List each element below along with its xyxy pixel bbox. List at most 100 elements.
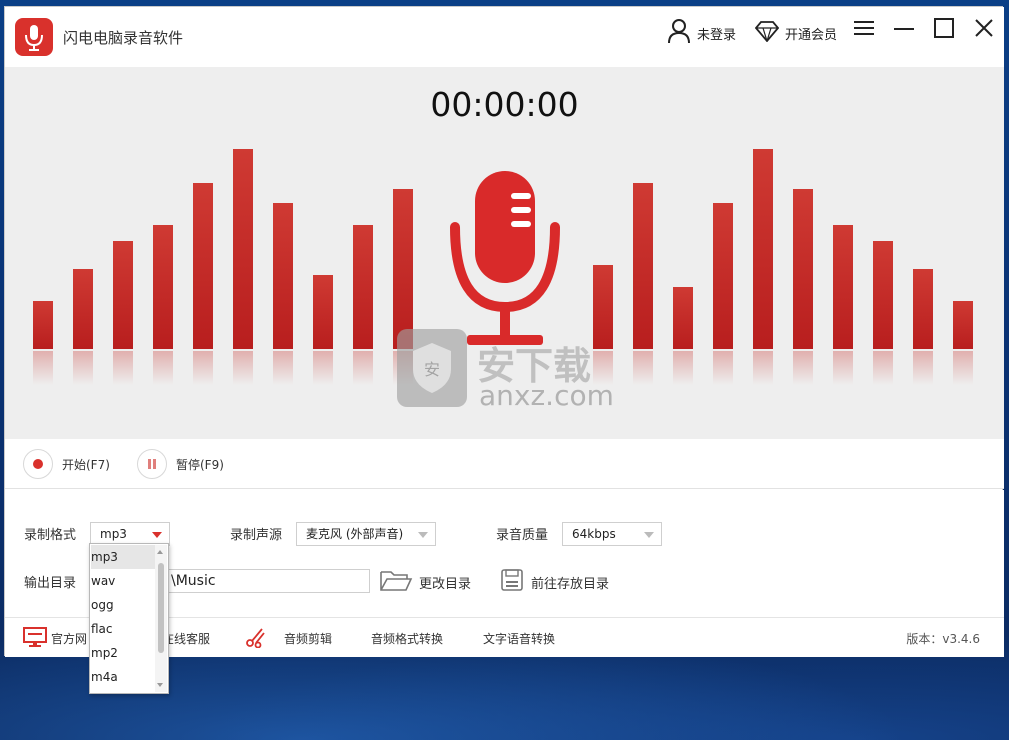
quality-select-value: 64kbps [572, 527, 616, 541]
pause-icon [137, 449, 167, 479]
start-label: 开始(F7) [62, 457, 110, 472]
format-select-value: mp3 [100, 527, 127, 541]
login-label: 未登录 [697, 27, 737, 43]
watermark: 安 安下载 anxz.com [397, 327, 627, 417]
level-bar [153, 225, 173, 349]
level-bar-reflection [713, 351, 733, 385]
format-option[interactable]: mp3 [91, 545, 155, 569]
app-title: 闪电电脑录音软件 [63, 29, 184, 47]
level-bar-reflection [793, 351, 813, 385]
hamburger-icon [853, 19, 875, 41]
format-option[interactable]: mp2 [91, 641, 155, 665]
recording-stage: 00:00:00 安 安下载 anxz.com [5, 67, 1004, 439]
tts-label: 文字语音转换 [483, 631, 556, 646]
level-bar-reflection [313, 351, 333, 385]
level-bar [713, 203, 733, 349]
quality-label: 录音质量 [496, 528, 549, 543]
format-option[interactable]: ogg [91, 593, 155, 617]
level-bar-reflection [353, 351, 373, 385]
level-bar [273, 203, 293, 349]
level-bar [953, 301, 973, 349]
support-label: 在线客服 [162, 631, 211, 646]
vip-label: 开通会员 [785, 27, 838, 43]
audio-edit-link[interactable]: 音频剪辑 [245, 626, 333, 651]
format-option[interactable]: flac [91, 617, 155, 641]
format-option[interactable]: wav [91, 569, 155, 593]
level-bar [833, 225, 853, 349]
level-bar-reflection [913, 351, 933, 385]
source-label: 录制声源 [230, 528, 283, 543]
output-path-value: \Music [171, 573, 216, 589]
level-bar [753, 149, 773, 349]
minimize-button[interactable] [889, 15, 919, 45]
format-convert-label: 音频格式转换 [371, 631, 444, 646]
title-bar: 闪电电脑录音软件 未登录 开通会员 [5, 7, 1004, 67]
diamond-icon [754, 20, 780, 46]
dropdown-scrollbar[interactable] [155, 545, 167, 692]
audio-edit-label: 音频剪辑 [284, 631, 333, 646]
login-button[interactable]: 未登录 [667, 15, 736, 51]
vip-button[interactable]: 开通会员 [754, 15, 838, 51]
source-select[interactable]: 麦克风 (外部声音) [296, 522, 436, 546]
level-bar-reflection [273, 351, 293, 385]
minimize-icon [893, 19, 915, 41]
change-dir-button[interactable]: 更改目录 [379, 567, 471, 597]
chevron-down-icon [644, 532, 654, 538]
watermark-badge-icon: 安 [397, 329, 467, 407]
app-logo-icon [15, 18, 53, 56]
scissors-icon [245, 626, 267, 651]
scroll-thumb[interactable] [158, 563, 164, 653]
control-row: 开始(F7) 暂停(F9) [5, 439, 1004, 489]
online-support-link[interactable]: 在线客服 [162, 628, 210, 648]
level-bar-reflection [33, 351, 53, 385]
tts-link[interactable]: 文字语音转换 [483, 628, 555, 648]
level-bar-reflection [73, 351, 93, 385]
format-label: 录制格式 [24, 528, 77, 543]
quality-select[interactable]: 64kbps [562, 522, 662, 546]
level-bar-reflection [233, 351, 253, 385]
output-label: 输出目录 [24, 576, 77, 591]
close-button[interactable] [969, 15, 999, 45]
level-bar [873, 241, 893, 349]
level-bar [313, 275, 333, 349]
svg-text:安: 安 [424, 360, 440, 379]
record-icon [23, 449, 53, 479]
official-site-label: 官方网 [51, 631, 88, 646]
level-bar [33, 301, 53, 349]
monitor-icon [23, 626, 47, 650]
level-bar [193, 183, 213, 349]
open-dir-button[interactable]: 前往存放目录 [499, 567, 609, 597]
maximize-icon [933, 17, 955, 43]
source-select-value: 麦克风 (外部声音) [306, 527, 404, 541]
maximize-button[interactable] [929, 15, 959, 45]
folder-icon [379, 567, 413, 597]
level-bar-reflection [673, 351, 693, 385]
level-bar-reflection [833, 351, 853, 385]
close-icon [973, 17, 995, 43]
format-dropdown[interactable]: mp3 wav ogg flac mp2 m4a [89, 543, 169, 694]
level-bar [793, 189, 813, 349]
recording-timer: 00:00:00 [430, 85, 579, 124]
level-bar [913, 269, 933, 349]
pause-label: 暂停(F9) [176, 457, 224, 472]
scroll-down-icon[interactable] [157, 683, 163, 687]
watermark-domain: anxz.com [479, 379, 614, 412]
save-icon [499, 567, 525, 597]
level-bar [113, 241, 133, 349]
level-bar-reflection [113, 351, 133, 385]
start-button[interactable]: 开始(F7) [23, 449, 110, 479]
pause-button[interactable]: 暂停(F9) [137, 449, 224, 479]
level-bar-reflection [753, 351, 773, 385]
official-site-link[interactable]: 官方网 [23, 626, 88, 650]
level-bar [353, 225, 373, 349]
version-text: 版本：v3.4.6 [906, 632, 980, 646]
level-bar [633, 183, 653, 349]
level-bar-reflection [873, 351, 893, 385]
scroll-up-icon[interactable] [157, 550, 163, 554]
change-dir-label: 更改目录 [419, 576, 472, 592]
level-bar-reflection [193, 351, 213, 385]
chevron-down-icon [418, 532, 428, 538]
format-convert-link[interactable]: 音频格式转换 [371, 628, 443, 648]
menu-button[interactable] [849, 15, 879, 45]
format-option[interactable]: m4a [91, 665, 155, 689]
